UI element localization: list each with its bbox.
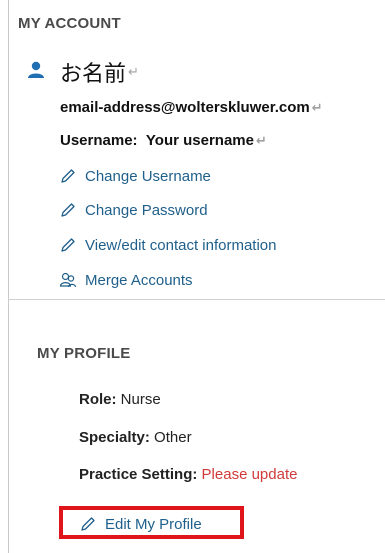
username-label: Username: xyxy=(60,132,138,149)
section-divider xyxy=(8,299,385,300)
pencil-icon xyxy=(79,515,97,533)
my-account-heading: MY ACCOUNT xyxy=(18,15,121,32)
edit-contact-info-label: View/edit contact information xyxy=(85,236,277,254)
pencil-icon xyxy=(59,236,77,254)
account-name: お名前 xyxy=(60,62,127,87)
specialty-label: Specialty: xyxy=(79,429,150,446)
specialty-value: Other xyxy=(154,429,192,446)
merge-accounts-icon xyxy=(59,271,77,289)
edit-contact-info-link[interactable]: View/edit contact information xyxy=(59,236,277,254)
edit-my-profile-label: Edit My Profile xyxy=(105,515,202,533)
change-password-label: Change Password xyxy=(85,201,208,219)
merge-accounts-label: Merge Accounts xyxy=(85,271,193,289)
change-username-link[interactable]: Change Username xyxy=(59,167,211,185)
specialty-row: Specialty: Other xyxy=(79,429,192,446)
change-username-label: Change Username xyxy=(85,167,211,185)
return-mark-icon: ↵ xyxy=(128,64,139,79)
practice-setting-row: Practice Setting: Please update xyxy=(79,466,297,483)
practice-setting-value: Please update xyxy=(201,466,298,483)
role-label: Role: xyxy=(79,391,117,408)
return-mark-icon: ↵ xyxy=(311,100,323,115)
return-mark-icon: ↵ xyxy=(255,133,267,148)
merge-accounts-link[interactable]: Merge Accounts xyxy=(59,271,193,289)
user-avatar-icon xyxy=(26,60,46,85)
edit-my-profile-link[interactable]: Edit My Profile xyxy=(79,515,202,533)
account-email-row: email-address@wolterskluwer.com ↵ xyxy=(60,99,323,116)
username-row: Username: Your username ↵ xyxy=(60,132,267,149)
pencil-icon xyxy=(59,201,77,219)
account-name-row: お名前 ↵ xyxy=(26,58,139,87)
change-password-link[interactable]: Change Password xyxy=(59,201,208,219)
account-email: email-address@wolterskluwer.com xyxy=(60,99,310,116)
role-row: Role: Nurse xyxy=(79,391,161,408)
role-value: Nurse xyxy=(120,391,161,408)
practice-setting-label: Practice Setting: xyxy=(79,466,198,483)
username-value: Your username xyxy=(145,132,254,149)
my-profile-heading: MY PROFILE xyxy=(37,345,131,362)
pencil-icon xyxy=(59,167,77,185)
